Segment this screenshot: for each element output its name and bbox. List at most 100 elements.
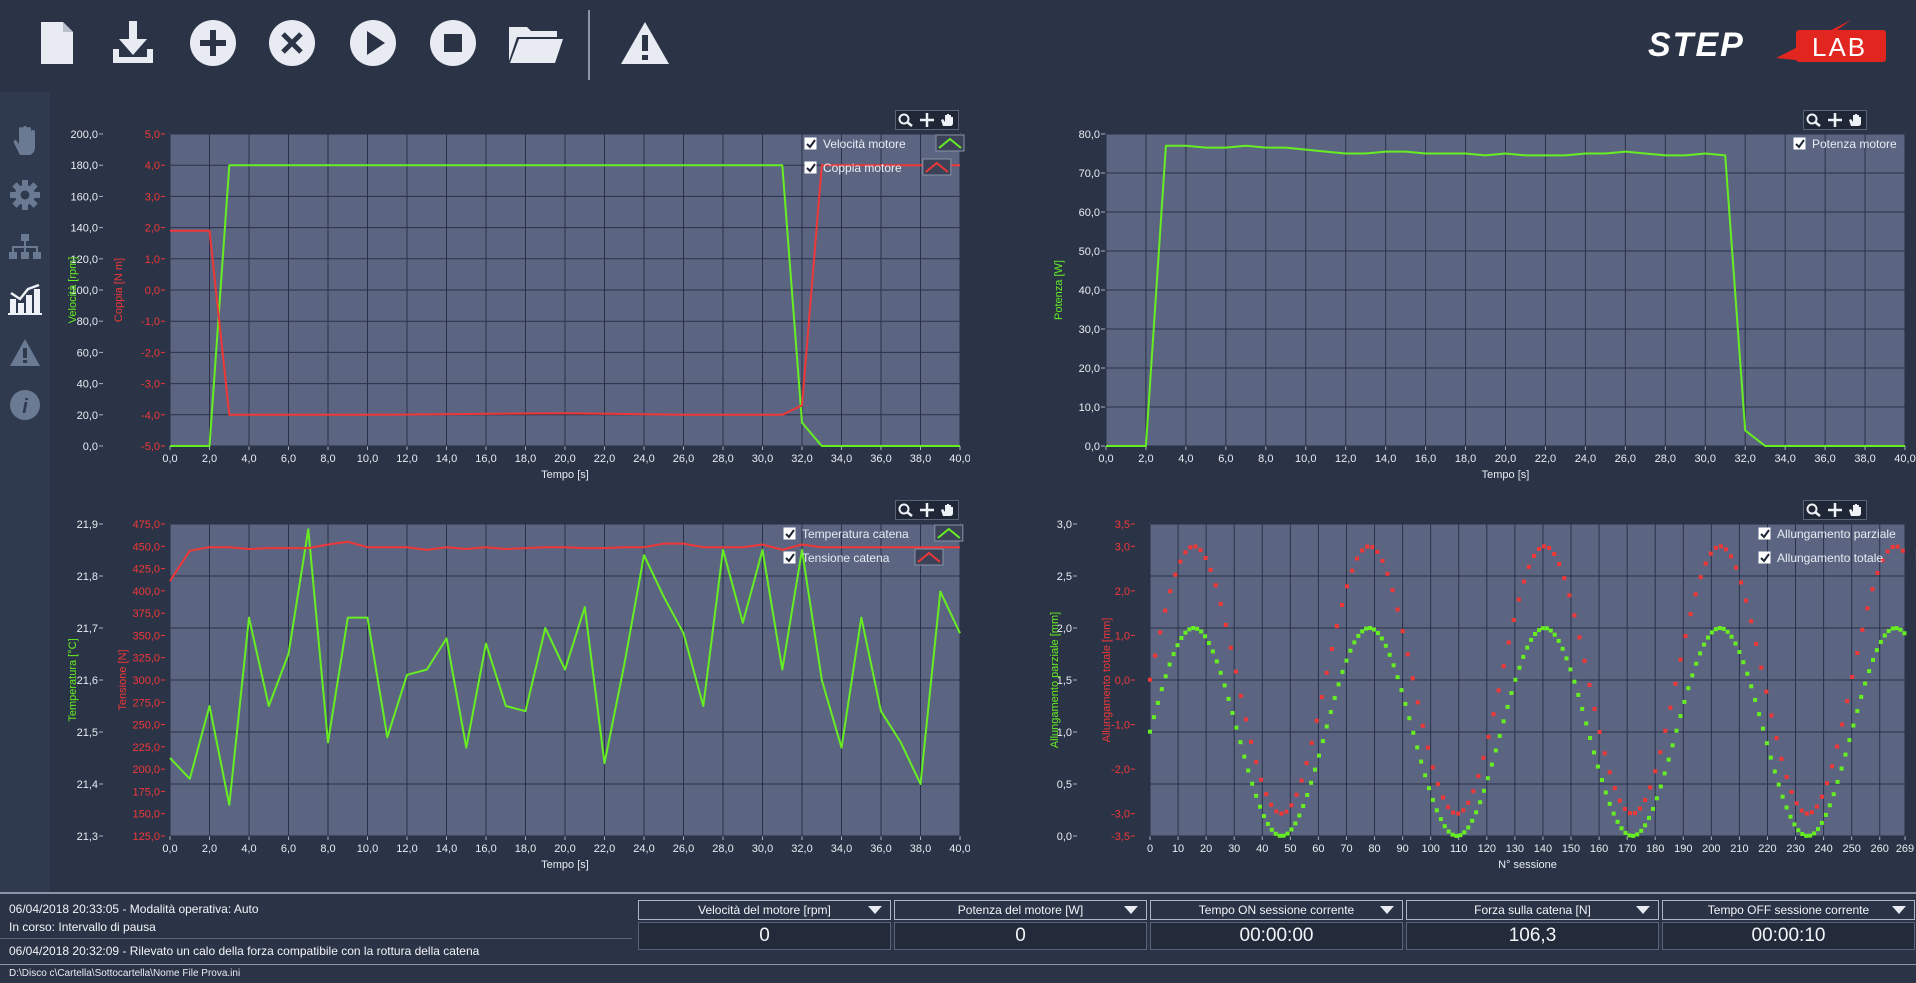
data-point [1360,548,1365,553]
x-tick-label: 38,0 [910,843,931,855]
data-point [1242,754,1247,759]
chevron-down-icon[interactable] [868,906,882,914]
info-icon[interactable]: i [4,384,46,426]
legend-swatch [922,158,952,176]
data-point [1254,760,1259,765]
data-point [1819,794,1824,799]
legend-label: Velocità motore [823,137,906,151]
data-point [1403,701,1408,706]
indicator-select[interactable]: Potenza del motore [W] [894,900,1147,920]
data-point [1210,649,1215,654]
y-tick-label: 60,0 [1079,207,1100,219]
data-point [1228,645,1233,650]
y-tick-label: 4,0 [145,160,160,172]
y-tick-label: 225,0 [132,742,160,754]
y-tick-label: 21,5 [77,727,98,739]
data-point [1478,800,1483,805]
data-point [1193,544,1198,549]
data-point [1673,681,1678,686]
chevron-down-icon[interactable] [1892,906,1906,914]
chart-icon[interactable] [4,278,46,320]
data-point [1264,792,1269,797]
indicator-motor-power: Potenza del motore [W] 0 [894,900,1147,950]
data-point [1226,696,1231,701]
log-line: 06/04/2018 20:32:09 - Rilevato un calo d… [9,944,480,958]
add-icon[interactable] [182,12,244,74]
warning-icon[interactable] [614,12,676,74]
indicator-select[interactable]: Forza sulla catena [N] [1406,900,1659,920]
data-point [1678,714,1683,719]
x-tick-label: 0,0 [1098,453,1113,465]
data-point [1230,711,1235,715]
hierarchy-icon[interactable] [4,226,46,268]
data-point [1663,728,1668,733]
data-point [1293,821,1298,826]
data-point [1279,811,1284,816]
indicator-select[interactable]: Velocità del motore [rpm] [638,900,891,920]
y-tick-label: 5,0 [145,129,160,141]
data-point [1804,833,1809,838]
x-tick-label: 16,0 [475,843,496,855]
logo-text-step: STEP [1648,26,1745,64]
x-tick-label: 20 [1200,843,1212,855]
data-point [1254,793,1259,798]
sidebar-warning-icon[interactable] [4,332,46,374]
data-point [1234,725,1239,730]
data-point [1159,687,1164,692]
data-point [1627,833,1632,838]
hand-icon[interactable] [4,120,46,162]
chevron-down-icon[interactable] [1124,906,1138,914]
x-tick-label: 40 [1256,843,1268,855]
x-tick-label: 32,0 [1734,453,1755,465]
play-icon[interactable] [342,12,404,74]
indicator-value: 0 [894,922,1147,950]
log-line: In corso: Intervallo di pausa [9,920,156,934]
download-icon[interactable] [102,12,164,74]
data-point [1871,657,1875,662]
x-tick-label: 30,0 [1695,453,1716,465]
data-point [1741,660,1746,665]
data-point [1148,729,1152,734]
data-point [1281,833,1286,838]
data-point [1784,775,1789,779]
stop-icon[interactable] [422,12,484,74]
data-point [1533,632,1538,636]
data-point [1902,631,1907,636]
data-point [1249,739,1253,744]
data-point [1151,715,1156,720]
chevron-down-icon[interactable] [1636,906,1650,914]
x-tick-label: 260 [1871,843,1889,855]
cancel-icon[interactable] [261,12,323,74]
data-point [1314,718,1319,723]
data-point [1713,627,1718,632]
x-tick-label: 10,0 [1295,453,1316,465]
new-file-icon[interactable] [26,12,88,74]
data-point [1631,833,1636,838]
data-point [1544,626,1549,631]
data-point [1576,692,1581,697]
data-point [1313,767,1317,772]
data-point [1451,810,1456,815]
data-point [1688,612,1693,617]
indicator-label: Forza sulla catena [N] [1474,903,1591,917]
data-point [1779,756,1784,761]
x-axis-label: Tempo [s] [1482,469,1530,481]
indicator-select[interactable]: Tempo OFF sessione corrente [1662,900,1915,920]
data-point [1213,583,1218,588]
data-point [1350,568,1355,573]
data-point [1855,709,1860,713]
data-point [1328,710,1333,714]
data-point [1537,547,1541,551]
folder-icon[interactable] [505,12,567,74]
data-point [1324,670,1329,675]
indicator-select[interactable]: Tempo ON sessione corrente [1150,900,1403,920]
data-point [1461,808,1466,813]
data-point [1529,637,1534,642]
y-tick-label: 21,7 [77,623,98,635]
data-point [1485,776,1490,781]
data-point [1395,607,1400,612]
data-point [1324,724,1329,729]
chevron-down-icon[interactable] [1380,906,1394,914]
gear-icon[interactable] [4,174,46,216]
data-point [1814,804,1819,809]
